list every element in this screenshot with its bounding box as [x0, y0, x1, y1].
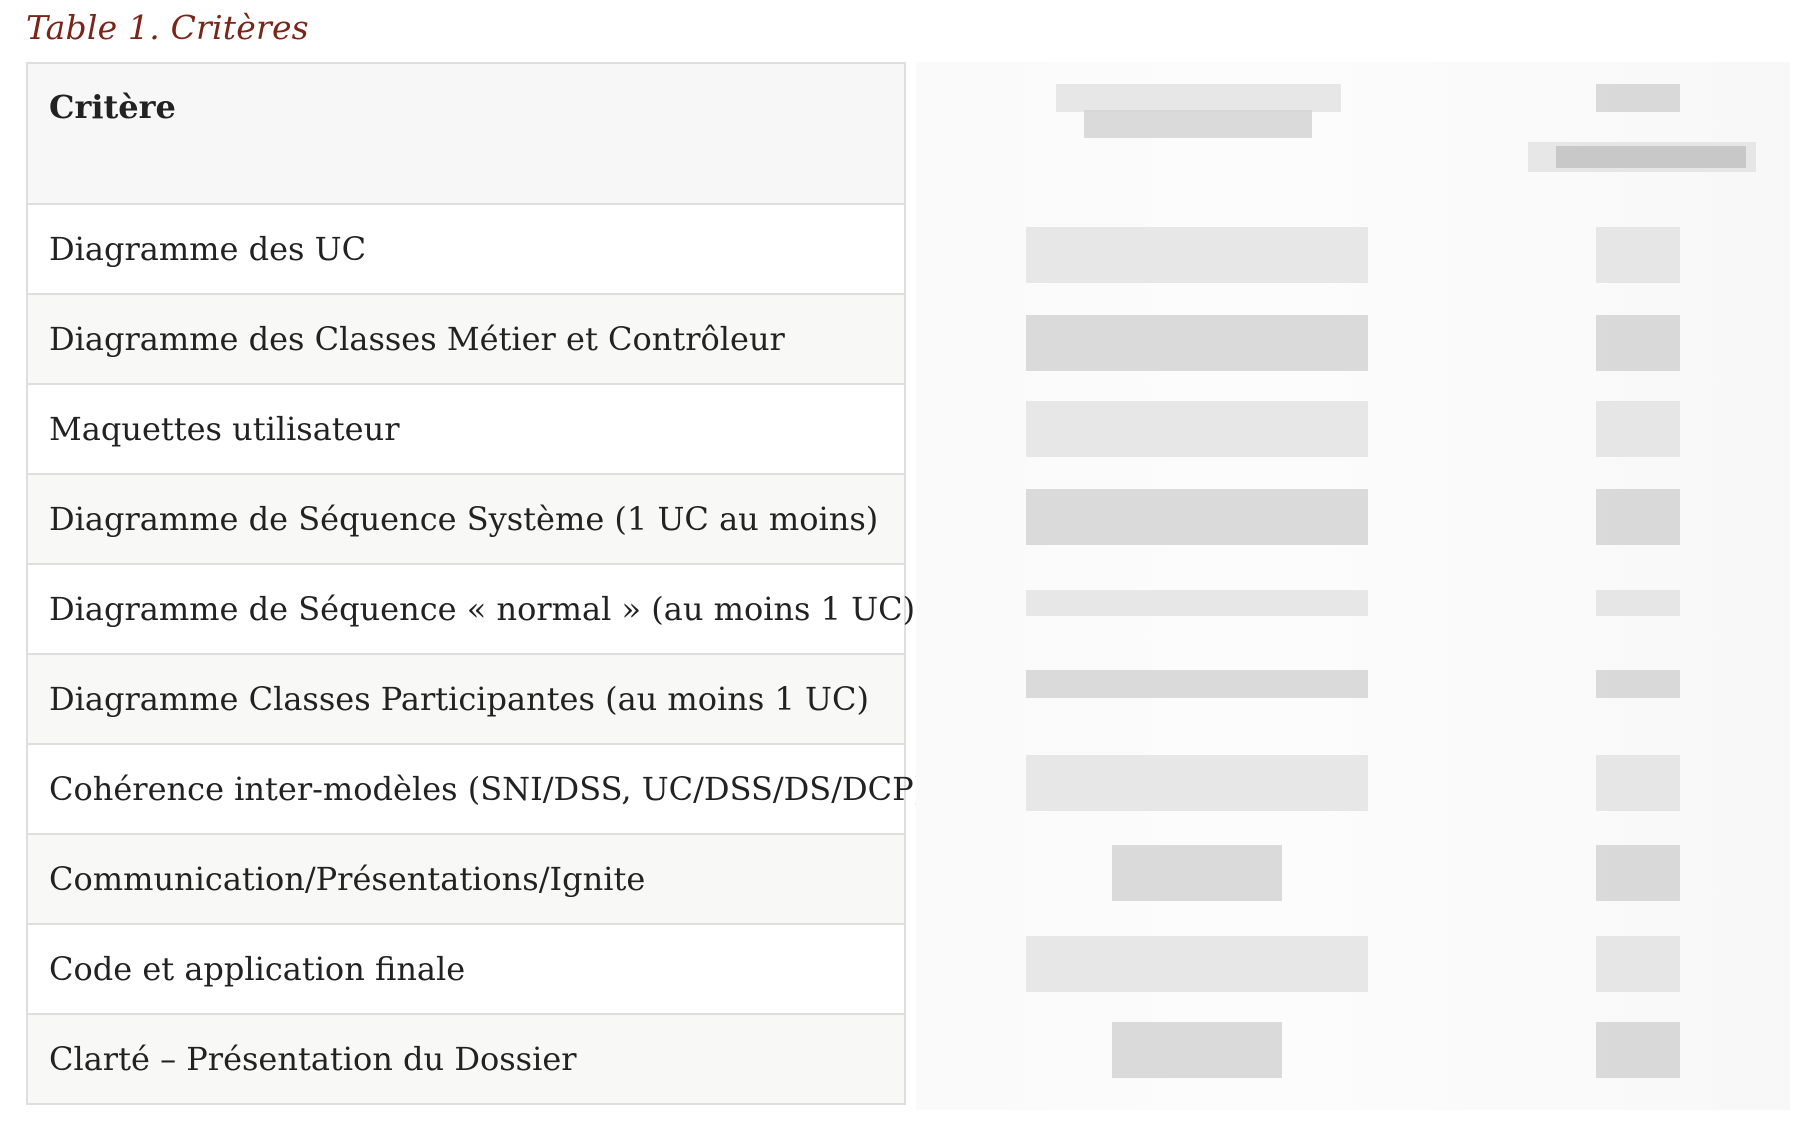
redacted-cell — [1596, 670, 1680, 698]
redacted-cell — [1026, 590, 1368, 616]
table-caption: Table 1. Critères — [26, 8, 309, 47]
redacted-cell — [1026, 315, 1368, 371]
redacted-cell — [1026, 401, 1368, 457]
redacted-cell — [1596, 315, 1680, 371]
redacted-cell — [1596, 227, 1680, 283]
table-row: Diagramme de Séquence Système (1 UC au m… — [28, 475, 904, 565]
table-row: Diagramme de Séquence « normal » (au moi… — [28, 565, 915, 655]
redacted-header-right — [1556, 146, 1746, 168]
table-row: Diagramme Classes Participantes (au moin… — [28, 655, 904, 745]
redacted-cell — [1026, 670, 1368, 698]
redacted-cell — [1596, 489, 1680, 545]
table-row: Communication/Présentations/Ignite — [28, 835, 904, 925]
redacted-cell — [1026, 227, 1368, 283]
redacted-cell — [1026, 936, 1368, 992]
redacted-header-left — [1084, 110, 1312, 138]
redacted-cell — [1026, 489, 1368, 545]
redacted-cell — [1596, 590, 1680, 616]
redacted-cell — [1112, 1022, 1282, 1078]
criteria-column: Critère Diagramme des UC Diagramme des C… — [26, 62, 926, 1105]
table-row: Code et application finale — [28, 925, 904, 1015]
redacted-cell — [1596, 936, 1680, 992]
redacted-cell — [1596, 755, 1680, 811]
redacted-cell — [1596, 1022, 1680, 1078]
table-row: Clarté – Présentation du Dossier — [28, 1015, 904, 1105]
redacted-header-right — [1596, 84, 1680, 112]
redacted-cell — [1026, 755, 1368, 811]
table-row: Diagramme des UC — [28, 205, 904, 295]
column-header-criterion: Critère — [28, 64, 904, 205]
table-row: Diagramme des Classes Métier et Contrôle… — [28, 295, 904, 385]
redacted-cell — [1112, 845, 1282, 901]
redacted-header-left — [1056, 84, 1341, 112]
criteria-table: Critère Diagramme des UC Diagramme des C… — [26, 62, 1790, 1110]
table-row: Cohérence inter-modèles (SNI/DSS, UC/DSS… — [28, 745, 926, 835]
redacted-cell — [1596, 845, 1680, 901]
table-row: Maquettes utilisateur — [28, 385, 904, 475]
redacted-columns — [916, 62, 1790, 1110]
redacted-cell — [1596, 401, 1680, 457]
